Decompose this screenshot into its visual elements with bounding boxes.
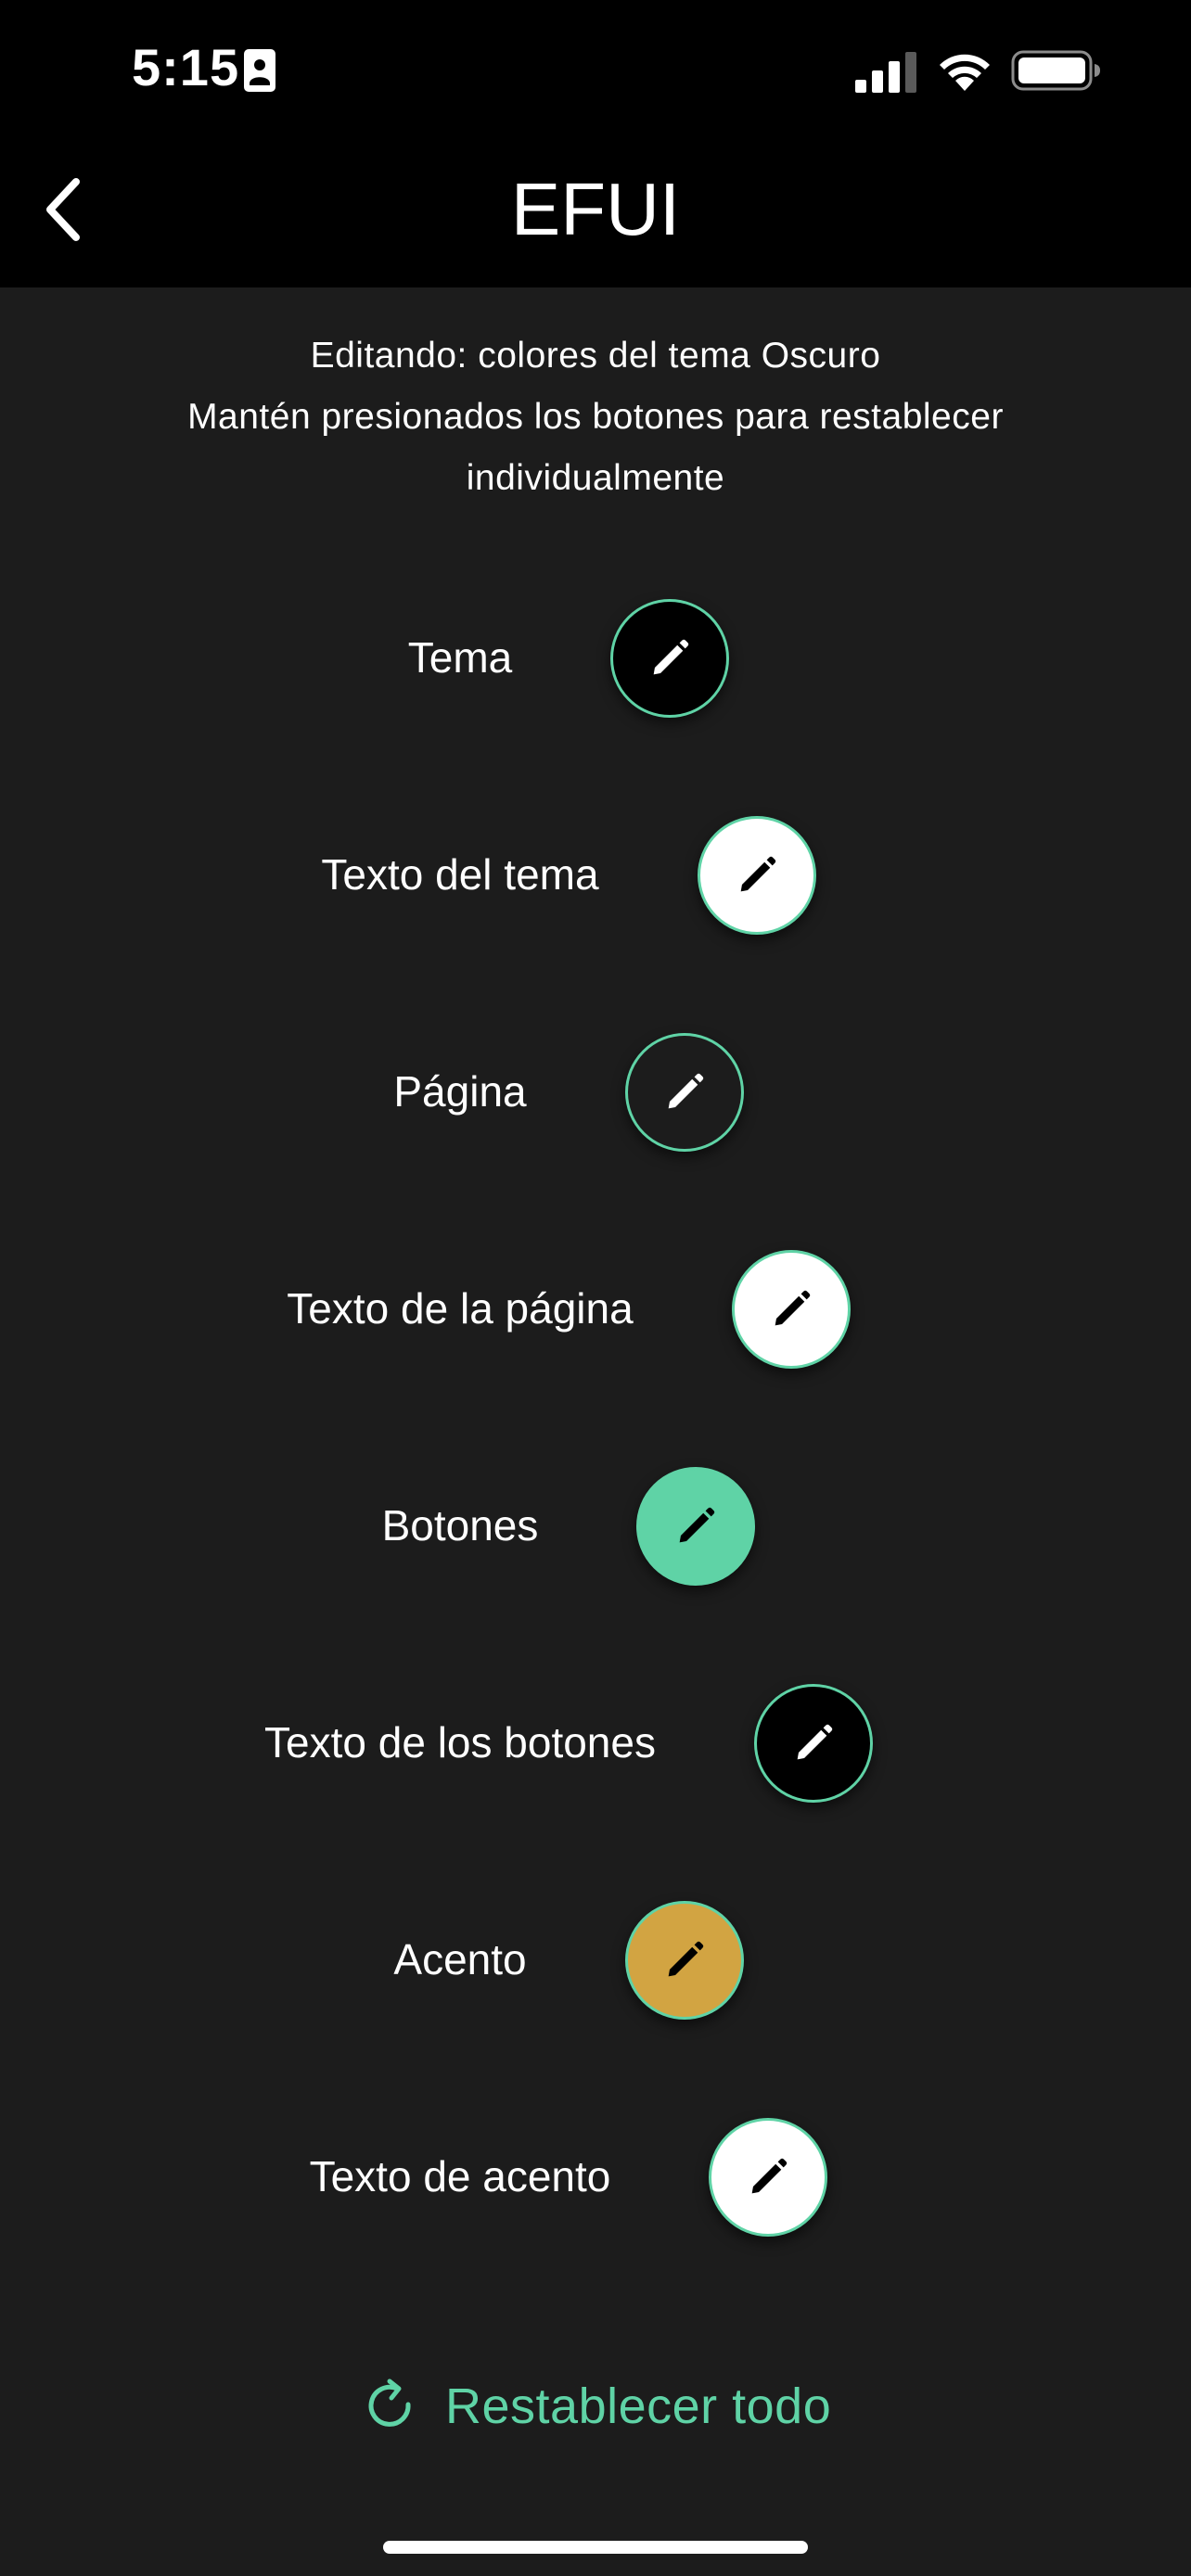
- pencil-icon: [740, 856, 775, 892]
- color-row-label: Página: [393, 1067, 527, 1116]
- color-row-label: Texto de acento: [309, 2152, 611, 2200]
- color-swatch-button[interactable]: [636, 1467, 756, 1586]
- instructions-text-line1: Mantén presionados los botones para rest…: [187, 397, 1004, 437]
- color-swatch-button[interactable]: [709, 2118, 828, 2237]
- cellular-signal-icon: [855, 52, 916, 93]
- color-swatch-button[interactable]: [610, 599, 730, 718]
- instructions-text-line2: individualmente: [466, 458, 725, 498]
- color-swatch-button[interactable]: [697, 816, 816, 935]
- color-swatch-button[interactable]: [624, 1033, 744, 1152]
- refresh-icon: [368, 2378, 411, 2427]
- battery-icon: [1011, 50, 1100, 91]
- pencil-icon: [668, 1073, 703, 1109]
- status-time: 5:15: [132, 38, 240, 96]
- page-title: EFUI: [510, 168, 681, 250]
- pencil-icon: [668, 1941, 703, 1977]
- pencil-icon: [797, 1724, 833, 1760]
- id-card-icon: [244, 49, 275, 92]
- pencil-icon: [680, 1507, 715, 1543]
- navigation-bar: EFUI: [0, 139, 1191, 287]
- color-swatch-button[interactable]: [624, 1901, 744, 2020]
- pencil-icon: [653, 639, 689, 675]
- color-swatch-button[interactable]: [731, 1250, 851, 1369]
- theme-color-editor: Editando: colores del tema Oscuro Mantén…: [0, 287, 1191, 2576]
- pencil-icon: [775, 1290, 810, 1326]
- color-row-label: Texto de los botones: [264, 1718, 656, 1766]
- status-bar: 5:15: [0, 0, 1191, 139]
- reset-all-button[interactable]: Restablecer todo: [362, 2365, 831, 2448]
- color-row-label: Texto del tema: [321, 850, 599, 899]
- pencil-icon: [752, 2158, 788, 2194]
- wifi-icon: [940, 54, 990, 91]
- editing-info-text: Editando: colores del tema Oscuro: [310, 336, 881, 376]
- color-row-label: Tema: [407, 633, 513, 682]
- home-indicator: [383, 2541, 808, 2554]
- color-row-label: Botones: [381, 1501, 539, 1549]
- color-swatch-button[interactable]: [753, 1684, 873, 1803]
- reset-all-label: Restablecer todo: [445, 2378, 832, 2434]
- color-row-label: Acento: [393, 1935, 527, 1983]
- color-row-label: Texto de la página: [287, 1284, 634, 1333]
